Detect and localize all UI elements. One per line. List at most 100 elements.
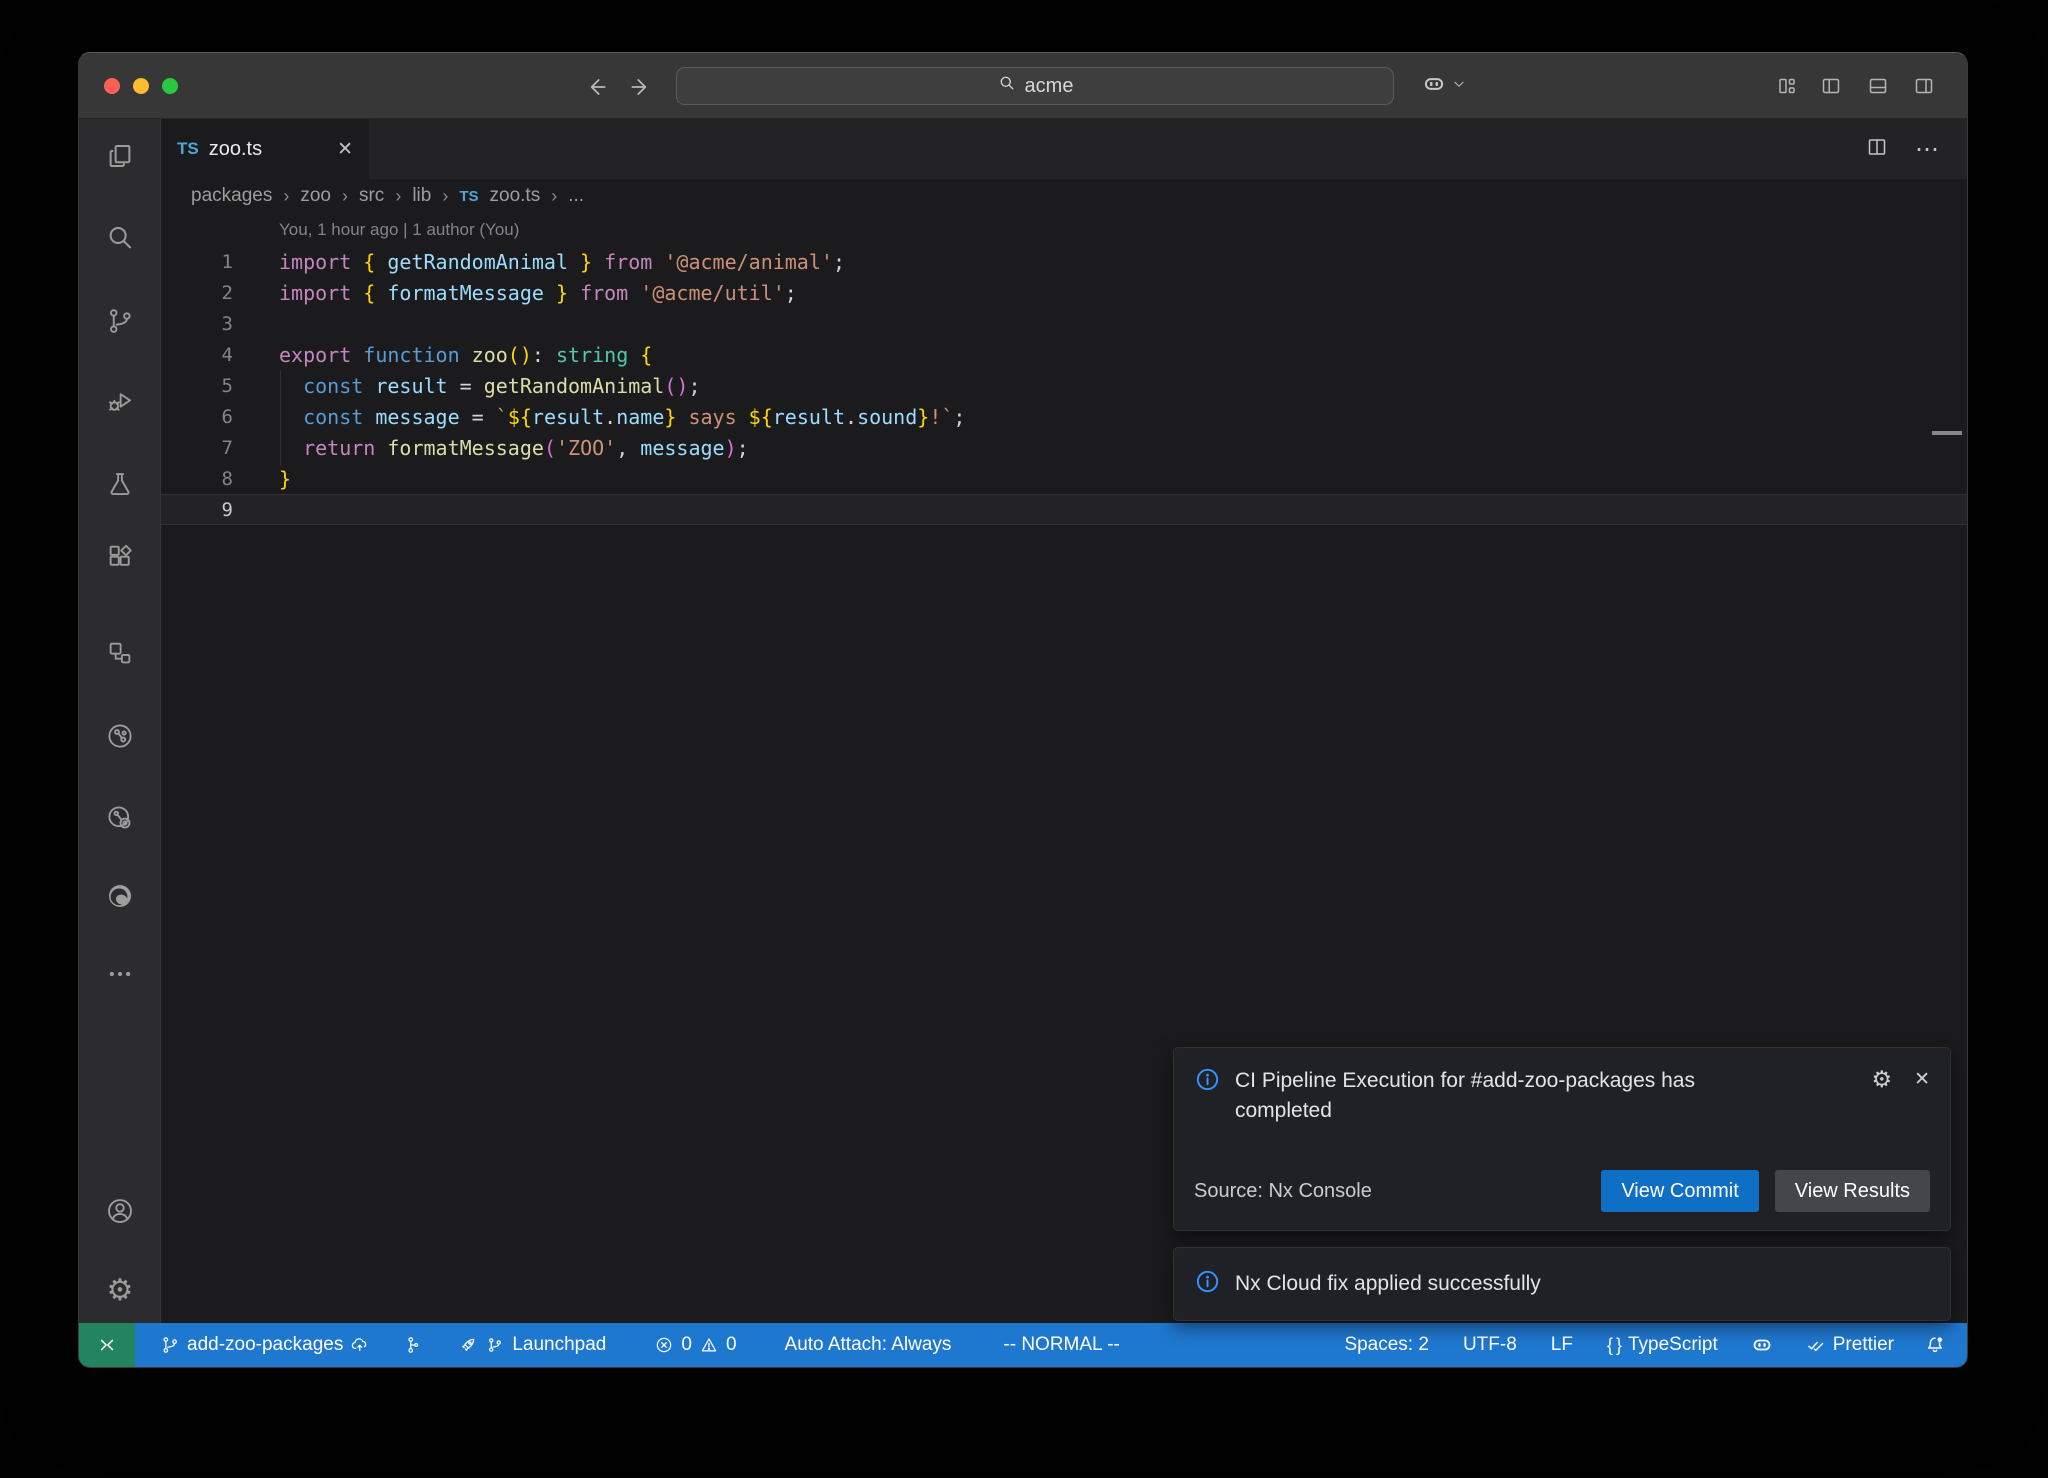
code-line-2[interactable]: 2import { formatMessage } from '@acme/ut… xyxy=(161,277,1967,308)
testing-icon[interactable] xyxy=(105,469,135,499)
git-blame-annotation: You, 1 hour ago | 1 author (You) xyxy=(161,213,1967,246)
code-lines: 1import { getRandomAnimal } from '@acme/… xyxy=(161,246,1967,525)
breadcrumb-item-symbol[interactable]: ... xyxy=(568,185,584,207)
code-line-9[interactable]: 9 xyxy=(161,494,1967,525)
notifications-bell-icon[interactable] xyxy=(1913,1334,1957,1356)
info-icon xyxy=(1194,1066,1221,1098)
accounts-icon[interactable] xyxy=(105,1196,135,1226)
vim-mode-indicator[interactable]: -- NORMAL -- xyxy=(992,1334,1130,1356)
chevron-right-icon: › xyxy=(442,186,448,207)
line-number[interactable]: 6 xyxy=(161,406,233,428)
tab-bar: TS zoo.ts ✕ ⋯ xyxy=(161,119,1967,179)
code-line-8[interactable]: 8} xyxy=(161,463,1967,494)
check-all-icon xyxy=(1806,1335,1826,1355)
search-icon xyxy=(997,73,1017,99)
command-center-search[interactable]: acme xyxy=(676,67,1394,105)
toggle-panel-button[interactable] xyxy=(1866,74,1890,98)
view-commit-button[interactable]: View Commit xyxy=(1601,1170,1758,1212)
extensions-icon[interactable] xyxy=(105,541,135,571)
customize-layout-button[interactable] xyxy=(1775,74,1799,98)
explorer-icon[interactable] xyxy=(105,141,135,171)
nx-console-icon[interactable] xyxy=(105,721,135,751)
additional-views-icon[interactable] xyxy=(105,959,135,989)
code-text: } xyxy=(233,467,291,491)
settings-gear-icon[interactable]: ⚙ xyxy=(105,1276,135,1306)
source-control-icon[interactable] xyxy=(105,306,135,336)
tab-zoo-ts[interactable]: TS zoo.ts ✕ xyxy=(161,119,369,179)
run-and-debug-icon[interactable] xyxy=(105,386,135,416)
auto-attach-status[interactable]: Auto Attach: Always xyxy=(774,1334,963,1356)
source-control-graph-button[interactable] xyxy=(391,1335,433,1355)
code-text: const result = getRandomAnimal(); xyxy=(233,374,700,398)
code-line-5[interactable]: 5 const result = getRandomAnimal(); xyxy=(161,370,1967,401)
branch-name: add-zoo-packages xyxy=(187,1334,343,1356)
line-number[interactable]: 4 xyxy=(161,344,233,366)
line-number[interactable]: 3 xyxy=(161,313,233,335)
remote-indicator[interactable] xyxy=(79,1323,135,1367)
toggle-primary-sidebar-button[interactable] xyxy=(1819,74,1843,98)
line-number[interactable]: 1 xyxy=(161,251,233,273)
split-editor-icon[interactable] xyxy=(1865,135,1889,164)
breadcrumb-item-packages[interactable]: packages xyxy=(191,185,272,207)
navigate-back-button[interactable] xyxy=(583,74,609,100)
code-line-7[interactable]: 7 return formatMessage('ZOO', message); xyxy=(161,432,1967,463)
problems-status[interactable]: 0 0 xyxy=(643,1334,747,1356)
breadcrumb-item-file[interactable]: zoo.ts xyxy=(490,185,541,207)
launchpad-button[interactable]: Launchpad xyxy=(447,1334,617,1356)
typescript-file-icon: TS xyxy=(459,188,478,205)
titlebar: acme xyxy=(79,53,1967,119)
code-line-1[interactable]: 1import { getRandomAnimal } from '@acme/… xyxy=(161,246,1967,277)
language-mode-status[interactable]: { } TypeScript xyxy=(1596,1334,1729,1356)
more-actions-icon[interactable]: ⋯ xyxy=(1915,135,1941,164)
chevron-right-icon: › xyxy=(395,186,401,207)
code-line-3[interactable]: 3 xyxy=(161,308,1967,339)
tab-close-icon[interactable]: ✕ xyxy=(337,138,353,161)
notification-message: Nx Cloud fix applied successfully xyxy=(1235,1269,1541,1299)
line-number[interactable]: 5 xyxy=(161,375,233,397)
close-window-button[interactable] xyxy=(104,78,120,94)
notification-ci-pipeline: CI Pipeline Execution for #add-zoo-packa… xyxy=(1173,1047,1951,1231)
line-number[interactable]: 2 xyxy=(161,282,233,304)
zoom-window-button[interactable] xyxy=(162,78,178,94)
tab-label: zoo.ts xyxy=(209,138,262,161)
copilot-menu-button[interactable] xyxy=(1421,71,1466,102)
view-results-button[interactable]: View Results xyxy=(1775,1170,1930,1212)
code-text: return formatMessage('ZOO', message); xyxy=(233,436,749,460)
navigate-forward-button[interactable] xyxy=(628,74,654,100)
copilot-status-icon[interactable] xyxy=(1739,1333,1785,1357)
notification-settings-gear-icon[interactable]: ⚙ xyxy=(1871,1066,1892,1093)
language-label: TypeScript xyxy=(1628,1334,1718,1356)
project-references-icon[interactable] xyxy=(105,638,135,668)
indent-guide xyxy=(280,370,281,466)
status-bar: add-zoo-packages Launchpad 0 0 Auto Atta… xyxy=(79,1323,1967,1367)
cloud-upload-icon xyxy=(350,1335,370,1355)
code-text: const message = `${result.name} says ${r… xyxy=(233,405,965,429)
line-number[interactable]: 9 xyxy=(161,499,233,521)
rocket-icon xyxy=(458,1335,478,1355)
breadcrumb-item-lib[interactable]: lib xyxy=(412,185,431,207)
code-line-4[interactable]: 4export function zoo(): string { xyxy=(161,339,1967,370)
notification-close-icon[interactable]: ✕ xyxy=(1914,1068,1930,1091)
braces-icon: { } xyxy=(1607,1335,1621,1356)
chevron-right-icon: › xyxy=(551,186,557,207)
notification-message: CI Pipeline Execution for #add-zoo-packa… xyxy=(1235,1066,1755,1126)
minimize-window-button[interactable] xyxy=(133,78,149,94)
line-number[interactable]: 8 xyxy=(161,468,233,490)
breadcrumb-item-src[interactable]: src xyxy=(359,185,384,207)
error-icon xyxy=(654,1335,674,1355)
encoding-status[interactable]: UTF-8 xyxy=(1452,1334,1528,1356)
launchpad-label: Launchpad xyxy=(512,1334,606,1356)
indentation-status[interactable]: Spaces: 2 xyxy=(1333,1334,1440,1356)
line-number[interactable]: 7 xyxy=(161,437,233,459)
git-branch-status[interactable]: add-zoo-packages xyxy=(149,1334,381,1356)
chevron-down-icon xyxy=(1452,77,1466,96)
code-line-6[interactable]: 6 const message = `${result.name} says $… xyxy=(161,401,1967,432)
breadcrumb-item-zoo[interactable]: zoo xyxy=(300,185,331,207)
nx-cloud-icon[interactable] xyxy=(105,803,135,833)
search-view-icon[interactable] xyxy=(105,223,135,253)
eol-status[interactable]: LF xyxy=(1540,1334,1584,1356)
edge-browser-icon[interactable] xyxy=(105,881,135,911)
toggle-secondary-sidebar-button[interactable] xyxy=(1912,74,1936,98)
code-text: export function zoo(): string { xyxy=(233,343,652,367)
formatter-status[interactable]: Prettier xyxy=(1795,1334,1905,1356)
